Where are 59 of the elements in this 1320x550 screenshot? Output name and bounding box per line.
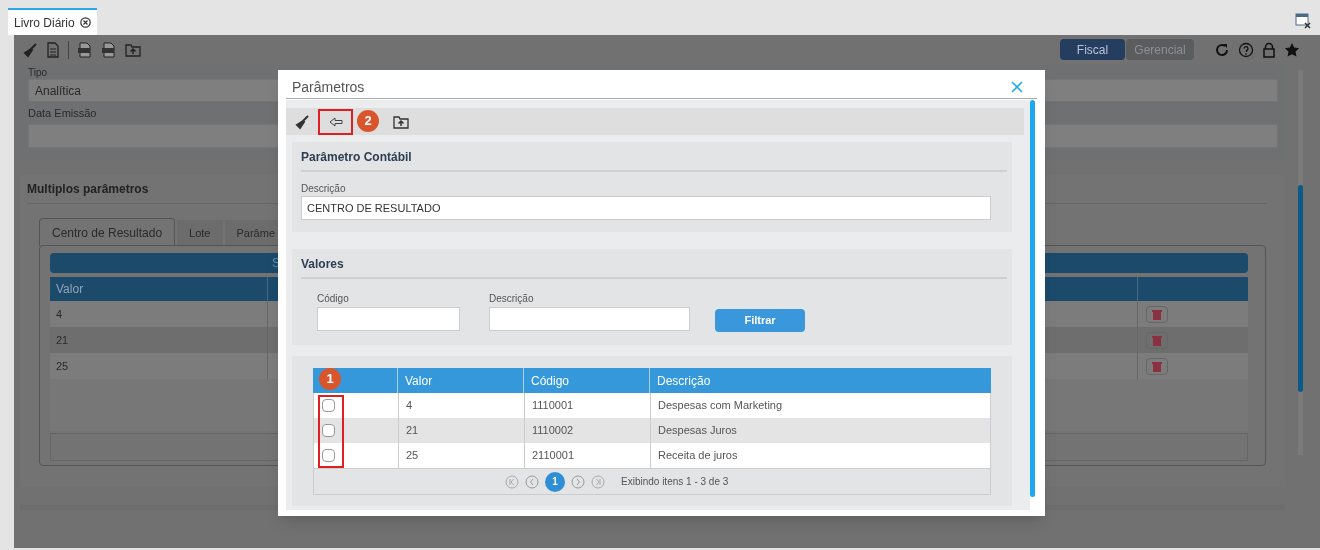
scrollbar[interactable] (1030, 100, 1035, 497)
page-button[interactable]: 1 (545, 471, 565, 492)
checkbox[interactable] (322, 449, 335, 462)
delete-button[interactable] (1146, 331, 1168, 349)
help-icon[interactable] (1238, 41, 1254, 58)
table-cell-text: 4 (56, 306, 63, 322)
broom-icon[interactable] (294, 113, 310, 130)
delete-button[interactable] (1146, 357, 1168, 375)
field-label: Tipo (28, 67, 48, 78)
checkbox[interactable] (322, 424, 335, 437)
table-cell-text: 1110001 (532, 398, 574, 414)
document-icon[interactable] (46, 42, 60, 58)
refresh-icon[interactable] (1214, 41, 1230, 58)
checkbox[interactable] (322, 399, 335, 412)
table-cell-text: 21 (406, 423, 419, 439)
table-cell-text: Despesas Juros (658, 423, 737, 439)
back-arrow-icon (328, 116, 343, 127)
trash-icon (1152, 334, 1162, 346)
field-label: Descrição (301, 183, 347, 195)
table-cell-text: 4 (406, 398, 413, 414)
description-field[interactable]: CENTRO DE RESULTADO (301, 196, 991, 220)
star-icon[interactable] (1284, 41, 1300, 58)
pager-summary: Exibindo itens 1 - 3 de 3 (621, 475, 729, 489)
close-window-icon[interactable] (1294, 12, 1312, 30)
scrollbar[interactable] (1298, 70, 1303, 455)
mode-toggle[interactable]: Fiscal (1060, 39, 1125, 60)
table-cell-text: 1110002 (532, 423, 574, 439)
folder-upload-icon[interactable] (393, 114, 409, 129)
close-icon[interactable] (1011, 81, 1023, 93)
table-cell-text: 25 (56, 358, 69, 374)
tab[interactable]: Lote (177, 220, 223, 246)
field-label: Código (317, 293, 350, 305)
table-cell-text: 25 (406, 448, 419, 464)
table-cell-text: Receita de juros (658, 448, 738, 464)
field-label: Descrição (489, 293, 535, 305)
trash-icon (1152, 360, 1162, 372)
description-field[interactable] (489, 307, 690, 331)
tab[interactable]: Centro de Resultado (39, 218, 176, 246)
delete-button[interactable] (1146, 305, 1168, 323)
code-field[interactable] (317, 307, 460, 331)
close-tab-icon[interactable] (79, 17, 91, 28)
previous-page-icon[interactable] (525, 474, 539, 489)
lock-icon[interactable] (1262, 41, 1276, 58)
back-button[interactable] (318, 108, 353, 135)
first-page-icon[interactable] (505, 474, 519, 489)
section-title: Parâmetro Contábil (301, 149, 413, 165)
dialog-title: Parâmetros (292, 77, 365, 97)
last-page-icon[interactable] (591, 474, 605, 489)
next-page-icon[interactable] (571, 474, 585, 489)
section-title: Multiplos parâmetros (27, 181, 149, 197)
trash-icon (1152, 308, 1162, 320)
table-cell-text: Despesas com Marketing (658, 398, 783, 414)
section-title: Valores (301, 256, 345, 272)
column-header: Descrição (656, 372, 712, 390)
app-tab[interactable]: Livro Diário (8, 8, 97, 35)
filter-button[interactable]: Filtrar (715, 309, 805, 332)
table-cell-text: 21 (56, 332, 69, 348)
field-label: Data Emissão (28, 106, 97, 121)
table-cell-text: 2110001 (532, 448, 574, 464)
